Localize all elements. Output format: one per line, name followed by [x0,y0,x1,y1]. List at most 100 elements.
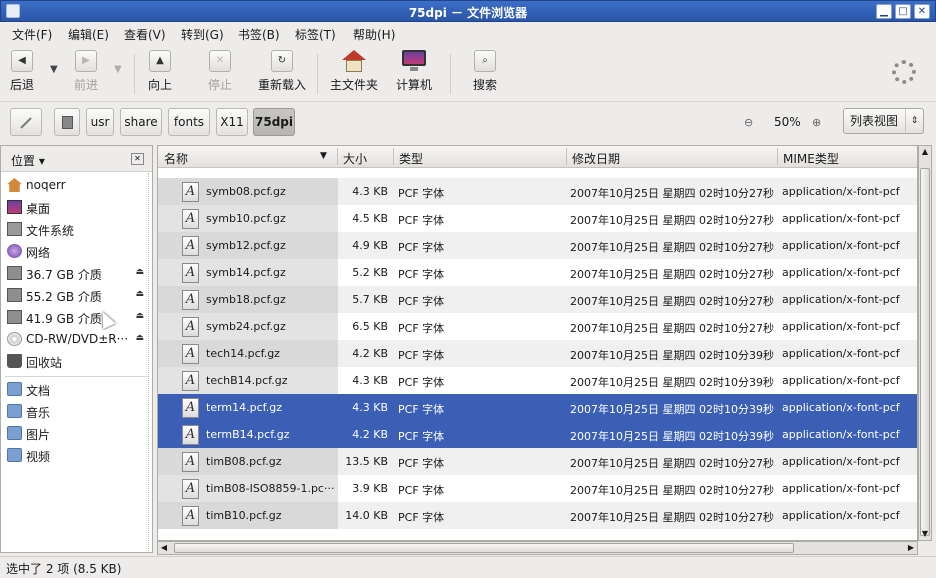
stop-icon: ✕ [209,50,231,72]
sidebar-type-select[interactable]: 位置 ▾ [11,152,45,169]
file-row[interactable]: A tech14.pcf.gz 4.2 KB PCF 字体 2007年10月25… [158,340,917,367]
forward-arrow-icon: ▶ [75,50,97,72]
column-date[interactable]: 修改日期 [572,150,620,167]
file-row[interactable]: A symb10.pcf.gz 4.5 KB PCF 字体 2007年10月25… [158,205,917,232]
home-icon [7,178,22,192]
back-button[interactable]: ◀ 后退 [10,50,34,93]
search-icon: ⌕ [474,50,496,72]
menu-view[interactable]: 查看(V) [124,26,166,43]
sidebar-item[interactable]: noqerr [1,174,152,196]
zoom-in-icon[interactable]: ⊕ [812,116,821,129]
column-type[interactable]: 类型 [399,150,423,167]
file-row[interactable]: A symb14.pcf.gz 5.2 KB PCF 字体 2007年10月25… [158,259,917,286]
view-mode-select[interactable]: 列表视图 ⇕ [843,108,924,134]
minimize-button[interactable]: ▁ [876,4,892,19]
close-sidebar-icon[interactable]: ✕ [131,153,144,165]
menu-bookmarks[interactable]: 书签(B) [238,26,280,43]
menu-file[interactable]: 文件(F) [12,26,52,43]
column-mime[interactable]: MIME类型 [783,150,839,167]
file-row[interactable]: A termB14.pcf.gz 4.2 KB PCF 字体 2007年10月2… [158,421,917,448]
sidebar-item-label: 36.7 GB 介质 [26,268,102,282]
sidebar-bookmark[interactable]: 文档 [1,378,152,400]
back-history-dropdown[interactable]: ▼ [50,64,58,75]
font-file-icon: A [182,317,199,337]
sidebar-item[interactable]: CD-RW/DVD±R··· ⏏ [1,328,152,350]
file-name: symb24.pcf.gz [206,320,286,333]
folder-icon [7,404,22,418]
sidebar-item[interactable]: 桌面 [1,196,152,218]
toggle-location-entry-button[interactable] [10,108,42,136]
eject-icon[interactable]: ⏏ [135,333,144,343]
file-row[interactable]: A symb12.pcf.gz 4.9 KB PCF 字体 2007年10月25… [158,232,917,259]
vertical-scroll-thumb[interactable] [920,168,930,536]
path-75dpi-button[interactable]: 75dpi [253,108,295,136]
file-row[interactable]: A timB10.pcf.gz 14.0 KB PCF 字体 2007年10月2… [158,502,917,529]
file-mime: application/x-font-pcf [782,401,900,414]
menu-go[interactable]: 转到(G) [181,26,224,43]
stop-button[interactable]: ✕ 停止 [208,50,232,93]
sidebar-item-label: 文件系统 [26,224,75,238]
sidebar-item-label: 文档 [26,384,51,398]
up-button[interactable]: ▲ 向上 [148,50,172,93]
home-label: 主文件夹 [330,78,379,92]
search-button[interactable]: ⌕ 搜索 [473,50,497,93]
sidebar-item[interactable]: 回收站 [1,350,152,372]
font-file-icon: A [182,236,199,256]
sidebar-resize-handle[interactable] [148,173,152,553]
forward-history-dropdown[interactable]: ▼ [114,64,122,75]
sidebar-item[interactable]: 36.7 GB 介质 ⏏ [1,262,152,284]
file-row[interactable]: A techB14.pcf.gz 4.3 KB PCF 字体 2007年10月2… [158,367,917,394]
file-row[interactable]: A timB08.pcf.gz 13.5 KB PCF 字体 2007年10月2… [158,448,917,475]
sidebar-item[interactable]: 网络 [1,240,152,262]
computer-button[interactable]: 计算机 [396,50,432,93]
close-button[interactable]: ✕ [914,4,930,19]
font-file-icon: A [182,425,199,445]
sidebar-item[interactable]: 文件系统 [1,218,152,240]
menu-edit[interactable]: 编辑(E) [68,26,109,43]
horizontal-scroll-thumb[interactable] [174,543,794,553]
sidebar-item-label: 55.2 GB 介质 [26,290,102,304]
file-row[interactable]: A timB08-ISO8859-1.pc··· 3.9 KB PCF 字体 2… [158,475,917,502]
file-row[interactable]: A symb24.pcf.gz 6.5 KB PCF 字体 2007年10月25… [158,313,917,340]
reload-button[interactable]: ↻ 重新载入 [258,50,306,93]
sidebar-bookmark[interactable]: 视频 [1,444,152,466]
horizontal-scrollbar[interactable]: ◀ ▶ [157,541,918,555]
file-type: PCF 字体 [398,214,445,227]
menu-help[interactable]: 帮助(H) [353,26,395,43]
sidebar-item-label: CD-RW/DVD±R··· [26,332,129,346]
file-date: 2007年10月25日 星期四 02时10分27秒 [570,484,774,497]
path-share-button[interactable]: share [120,108,162,136]
sidebar-item-label: 视频 [26,450,51,464]
file-name: symb18.pcf.gz [206,293,286,306]
file-row[interactable]: A symb08.pcf.gz 4.3 KB PCF 字体 2007年10月25… [158,178,917,205]
file-row[interactable]: A term14.pcf.gz 4.3 KB PCF 字体 2007年10月25… [158,394,917,421]
sidebar-bookmark[interactable]: 音乐 [1,400,152,422]
sidebar-item[interactable]: 55.2 GB 介质 ⏏ [1,284,152,306]
sidebar-bookmark[interactable]: 图片 [1,422,152,444]
path-root-button[interactable] [54,108,80,136]
sidebar-item[interactable]: 41.9 GB 介质 ⏏ [1,306,152,328]
title-bar[interactable]: 75dpi － 文件浏览器 ▁ □ ✕ [0,0,936,22]
column-size[interactable]: 大小 [343,150,367,167]
font-file-icon: A [182,290,199,310]
vertical-scrollbar[interactable]: ▲ ▼ [918,145,932,541]
scroll-left-arrow-icon[interactable]: ◀ [158,542,170,554]
path-x11-button[interactable]: X11 [216,108,248,136]
scroll-up-arrow-icon[interactable]: ▲ [919,146,931,158]
maximize-button[interactable]: □ [895,4,911,19]
eject-icon[interactable]: ⏏ [135,311,144,321]
menu-tabs[interactable]: 标签(T) [295,26,336,43]
zoom-out-icon[interactable]: ⊖ [744,116,753,129]
path-usr-button[interactable]: usr [86,108,114,136]
file-row[interactable]: A symb18.pcf.gz 5.7 KB PCF 字体 2007年10月25… [158,286,917,313]
eject-icon[interactable]: ⏏ [135,289,144,299]
eject-icon[interactable]: ⏏ [135,267,144,277]
path-fonts-button[interactable]: fonts [168,108,210,136]
column-header: 名称 ▼ 大小 类型 修改日期 MIME类型 [158,146,917,168]
forward-button[interactable]: ▶ 前进 [74,50,98,93]
scroll-right-arrow-icon[interactable]: ▶ [905,542,917,554]
zoom-level[interactable]: 50% [774,115,801,129]
scroll-down-arrow-icon[interactable]: ▼ [919,528,931,540]
home-button[interactable]: 主文件夹 [330,50,378,93]
column-name[interactable]: 名称 [164,150,188,167]
